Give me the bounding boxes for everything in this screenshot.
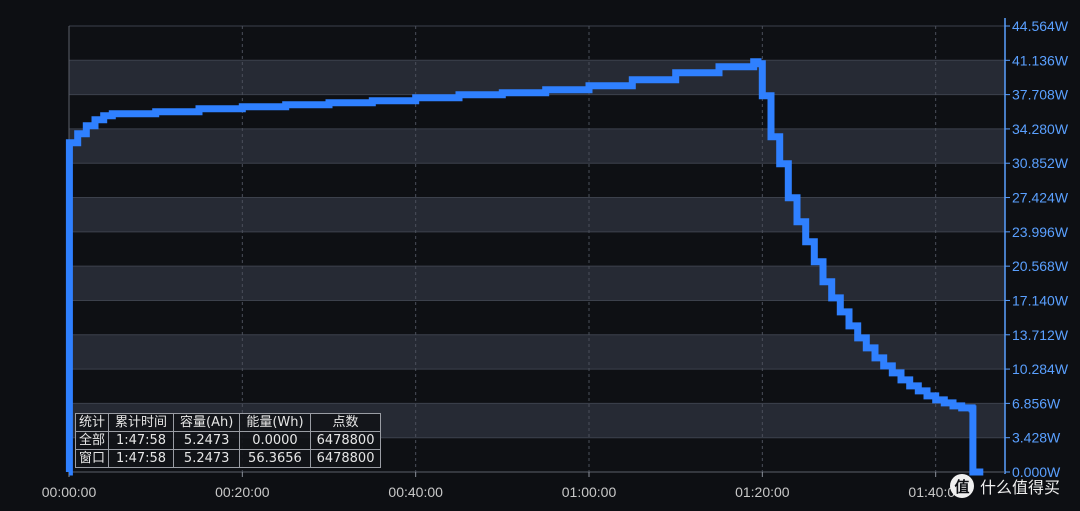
stats-table: 统计 累计时间 容量(Ah) 能量(Wh) 点数 全部 1:47:58 5.24… [74, 413, 382, 468]
watermark-text: 什么值得买 [980, 478, 1061, 497]
zhi-logo-icon: 值 [950, 474, 974, 498]
grid-band [69, 266, 1005, 301]
y-tick-label: 23.996W [1012, 224, 1069, 240]
stats-cell: 1:47:58 [108, 449, 175, 468]
x-tick-label: 01:20:00 [735, 484, 790, 500]
y-tick-label: 30.852W [1012, 155, 1069, 171]
stats-header-cell: 累计时间 [108, 413, 175, 432]
y-tick-label: 10.284W [1012, 361, 1069, 377]
stats-header-row: 统计 累计时间 容量(Ah) 能量(Wh) 点数 [74, 413, 382, 432]
stats-row-window: 窗口 1:47:58 5.2473 56.3656 6478800 [74, 449, 382, 468]
y-tick-label: 6.856W [1012, 395, 1061, 411]
stats-cell: 1:47:58 [108, 431, 175, 450]
x-tick-label: 00:40:00 [388, 484, 443, 500]
stats-cell: 6478800 [309, 449, 382, 468]
stats-cell: 0.0000 [239, 431, 311, 450]
stats-header-cell: 统计 [74, 413, 110, 432]
stats-cell: 5.2473 [173, 449, 241, 468]
stats-row-all: 全部 1:47:58 5.2473 0.0000 6478800 [74, 431, 382, 450]
y-tick-label: 13.712W [1012, 327, 1069, 343]
y-tick-label: 27.424W [1012, 190, 1069, 206]
stats-cell: 56.3656 [239, 449, 311, 468]
grid-band [69, 128, 1005, 164]
y-tick-label: 17.140W [1012, 292, 1069, 308]
x-tick-label: 00:20:00 [215, 484, 270, 500]
stats-cell: 全部 [74, 431, 110, 450]
x-tick-label: 00:00:00 [42, 484, 97, 500]
x-tick-label: 01:00:00 [562, 484, 617, 500]
stats-header-cell: 点数 [309, 413, 382, 432]
stats-cell: 5.2473 [173, 431, 241, 450]
y-tick-label: 3.428W [1012, 430, 1061, 446]
y-tick-label: 37.708W [1012, 87, 1069, 103]
watermark: 值 什么值得买 [950, 474, 1060, 498]
stats-cell: 窗口 [74, 449, 110, 468]
y-tick-label: 41.136W [1012, 52, 1069, 68]
y-tick-label: 34.280W [1012, 121, 1069, 137]
stats-cell: 6478800 [309, 431, 382, 450]
y-tick-label: 20.568W [1012, 258, 1069, 274]
y-tick-label: 44.564W [1012, 18, 1069, 34]
stats-header-cell: 容量(Ah) [173, 413, 241, 432]
stats-header-cell: 能量(Wh) [239, 413, 311, 432]
grid-band [69, 197, 1005, 232]
